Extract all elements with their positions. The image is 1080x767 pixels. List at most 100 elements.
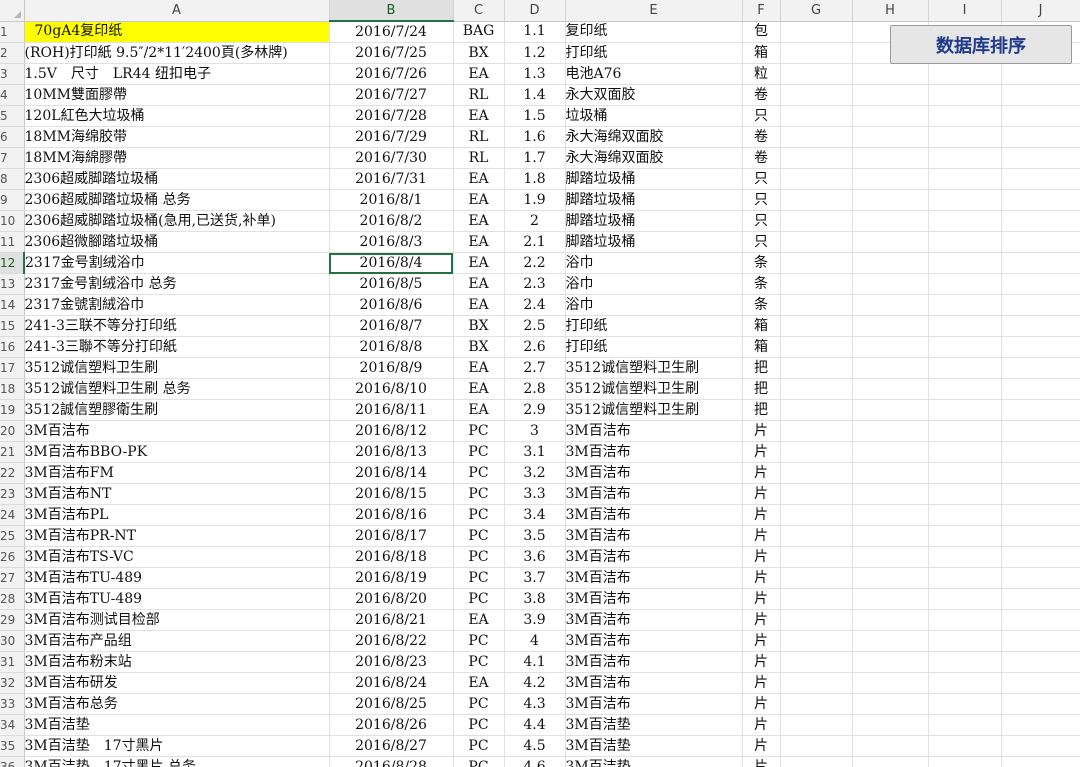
cell-j7[interactable] [1001, 147, 1080, 169]
cell-j25[interactable] [1001, 525, 1080, 547]
cell-a26[interactable]: 3M百洁布TS-VC [24, 546, 330, 568]
cell-f33[interactable]: 片 [742, 693, 781, 715]
row-header[interactable]: 5 [0, 105, 25, 127]
cell-d23[interactable]: 3.3 [504, 483, 566, 505]
cell-b5[interactable]: 2016/7/28 [329, 105, 454, 127]
cell-c2[interactable]: BX [453, 42, 505, 64]
cell-d10[interactable]: 2 [504, 210, 566, 232]
cell-h4[interactable] [852, 84, 929, 106]
cell-j4[interactable] [1001, 84, 1080, 106]
cell-b33[interactable]: 2016/8/25 [329, 693, 454, 715]
cell-c32[interactable]: EA [453, 672, 505, 694]
cell-j18[interactable] [1001, 378, 1080, 400]
cell-f17[interactable]: 把 [742, 357, 781, 379]
cell-g9[interactable] [780, 189, 853, 211]
cell-a19[interactable]: 3512誠信塑膠衛生刷 [24, 399, 330, 421]
cell-e3[interactable]: 电池A76 [565, 63, 743, 85]
cell-a6[interactable]: 18MM海绵胶带 [24, 126, 330, 148]
cell-b7[interactable]: 2016/7/30 [329, 147, 454, 169]
cell-b25[interactable]: 2016/8/17 [329, 525, 454, 547]
cell-f29[interactable]: 片 [742, 609, 781, 631]
cell-i23[interactable] [928, 483, 1002, 505]
cell-i32[interactable] [928, 672, 1002, 694]
cell-e18[interactable]: 3512诚信塑料卫生刷 [565, 378, 743, 400]
cell-g3[interactable] [780, 63, 853, 85]
cell-e32[interactable]: 3M百洁布 [565, 672, 743, 694]
cell-b9[interactable]: 2016/8/1 [329, 189, 454, 211]
cell-c16[interactable]: BX [453, 336, 505, 358]
cell-d16[interactable]: 2.6 [504, 336, 566, 358]
cell-a22[interactable]: 3M百洁布FM [24, 462, 330, 484]
cell-e20[interactable]: 3M百洁布 [565, 420, 743, 442]
cell-b12[interactable]: 2016/8/4 [329, 252, 454, 274]
cell-f13[interactable]: 条 [742, 273, 781, 295]
cell-g16[interactable] [780, 336, 853, 358]
cell-i11[interactable] [928, 231, 1002, 253]
cell-f36[interactable]: 片 [742, 756, 781, 767]
cell-j30[interactable] [1001, 630, 1080, 652]
cell-c30[interactable]: PC [453, 630, 505, 652]
cell-b16[interactable]: 2016/8/8 [329, 336, 454, 358]
cell-j34[interactable] [1001, 714, 1080, 736]
cell-j21[interactable] [1001, 441, 1080, 463]
cell-c21[interactable]: PC [453, 441, 505, 463]
cell-j36[interactable] [1001, 756, 1080, 767]
cell-h11[interactable] [852, 231, 929, 253]
cell-h12[interactable] [852, 252, 929, 274]
column-header-i[interactable]: I [928, 0, 1002, 22]
cell-i15[interactable] [928, 315, 1002, 337]
cell-j32[interactable] [1001, 672, 1080, 694]
cell-c19[interactable]: EA [453, 399, 505, 421]
cell-g22[interactable] [780, 462, 853, 484]
cell-d1[interactable]: 1.1 [504, 21, 566, 43]
cell-g19[interactable] [780, 399, 853, 421]
cell-a25[interactable]: 3M百洁布PR-NT [24, 525, 330, 547]
cell-c13[interactable]: EA [453, 273, 505, 295]
cell-f21[interactable]: 片 [742, 441, 781, 463]
cell-g21[interactable] [780, 441, 853, 463]
cell-e23[interactable]: 3M百洁布 [565, 483, 743, 505]
cell-g12[interactable] [780, 252, 853, 274]
cell-h32[interactable] [852, 672, 929, 694]
cell-c25[interactable]: PC [453, 525, 505, 547]
cell-e4[interactable]: 永大双面胶 [565, 84, 743, 106]
row-header[interactable]: 1 [0, 21, 25, 43]
cell-g30[interactable] [780, 630, 853, 652]
cell-e30[interactable]: 3M百洁布 [565, 630, 743, 652]
cell-g4[interactable] [780, 84, 853, 106]
cell-e36[interactable]: 3M百洁垫 [565, 756, 743, 767]
cell-e19[interactable]: 3512诚信塑料卫生刷 [565, 399, 743, 421]
cell-e21[interactable]: 3M百洁布 [565, 441, 743, 463]
cell-g10[interactable] [780, 210, 853, 232]
cell-h23[interactable] [852, 483, 929, 505]
cell-i21[interactable] [928, 441, 1002, 463]
column-header-a[interactable]: A [24, 0, 330, 22]
cell-j16[interactable] [1001, 336, 1080, 358]
cell-j12[interactable] [1001, 252, 1080, 274]
cell-e34[interactable]: 3M百洁垫 [565, 714, 743, 736]
cell-b18[interactable]: 2016/8/10 [329, 378, 454, 400]
cell-b6[interactable]: 2016/7/29 [329, 126, 454, 148]
column-header-c[interactable]: C [453, 0, 505, 22]
cell-g11[interactable] [780, 231, 853, 253]
cell-d36[interactable]: 4.6 [504, 756, 566, 767]
row-header[interactable]: 19 [0, 399, 25, 421]
cell-h21[interactable] [852, 441, 929, 463]
row-header[interactable]: 6 [0, 126, 25, 148]
cell-a30[interactable]: 3M百洁布产品组 [24, 630, 330, 652]
row-header[interactable]: 7 [0, 147, 25, 169]
cell-c12[interactable]: EA [453, 252, 505, 274]
cell-i5[interactable] [928, 105, 1002, 127]
cell-e26[interactable]: 3M百洁布 [565, 546, 743, 568]
cell-g28[interactable] [780, 588, 853, 610]
cell-i9[interactable] [928, 189, 1002, 211]
cell-i17[interactable] [928, 357, 1002, 379]
cell-j27[interactable] [1001, 567, 1080, 589]
cell-a32[interactable]: 3M百洁布研发 [24, 672, 330, 694]
cell-d5[interactable]: 1.5 [504, 105, 566, 127]
cell-a15[interactable]: 241-3三联不等分打印纸 [24, 315, 330, 337]
cell-a20[interactable]: 3M百洁布 [24, 420, 330, 442]
cell-c35[interactable]: PC [453, 735, 505, 757]
cell-b1[interactable]: 2016/7/24 [329, 21, 454, 43]
cell-f27[interactable]: 片 [742, 567, 781, 589]
